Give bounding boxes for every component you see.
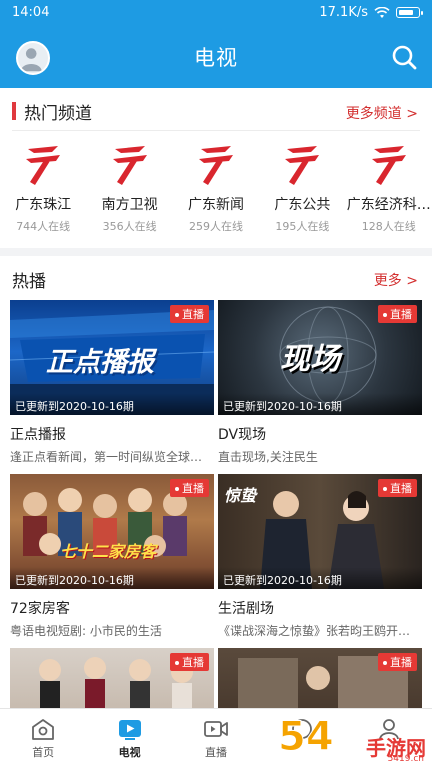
tab-label: 首页 [32, 746, 55, 759]
show-description: 《谍战深海之惊蛰》张若昀王鸥开… [218, 624, 411, 638]
search-icon[interactable] [390, 43, 418, 71]
hot-shows-title: 热播 [12, 272, 46, 292]
watermark-number: 54 [278, 714, 335, 761]
channel-item[interactable]: 广东经济科… 128人在线 [346, 142, 432, 234]
guangdong-tv-logo-icon [26, 146, 61, 185]
watermark: 54 手游网 5419.cn [278, 714, 428, 766]
show-card[interactable]: 直播 [10, 648, 214, 708]
show-thumbnail: 直播 [218, 648, 422, 708]
show-overlay-title: 七十二家房客 [60, 542, 157, 561]
channel-viewers: 259人在线 [188, 220, 243, 233]
live-badge: 直播 [378, 305, 417, 323]
tab-label: 电视 [118, 746, 141, 759]
tab-home[interactable]: 首页 [0, 709, 86, 768]
show-thumbnail: 惊蛰 直播 已更新到2020-10-16期 [218, 474, 422, 589]
show-overlay-title: 惊蛰 [224, 486, 257, 505]
live-badge: 直播 [170, 653, 209, 671]
app-bar: 电视 [0, 26, 432, 88]
top-header: 14:04 17.1K/s 电视 [0, 0, 432, 88]
video-camera-icon [204, 721, 228, 737]
watermark-url: 5419.cn [387, 754, 424, 764]
show-thumbnail: 正点播报 直播 已更新到2020-10-16期 [10, 300, 214, 415]
show-thumbnail: 七十二家房客 直播 已更新到2020-10-16期 [10, 474, 214, 589]
wifi-icon [374, 6, 390, 18]
tab-label: 直播 [204, 746, 227, 759]
tv-play-icon [118, 720, 141, 740]
tab-tv[interactable]: 电视 [86, 709, 172, 768]
channel-item[interactable]: 广东珠江 744人在线 [0, 142, 86, 234]
more-shows-link[interactable]: 更多 > [374, 270, 418, 290]
channel-item[interactable]: 广东公共 195人在线 [259, 142, 345, 234]
show-description: 逢正点看新闻，第一时间纵览全球… [10, 450, 203, 464]
status-right: 17.1K/s [319, 5, 423, 20]
live-badge: 直播 [170, 305, 209, 323]
show-title: DV现场 [218, 427, 267, 443]
live-badge: 直播 [170, 479, 209, 497]
channel-viewers: 356人在线 [102, 220, 157, 233]
show-overlay-title: 正点播报 [46, 347, 154, 378]
channel-item[interactable]: 南方卫视 356人在线 [86, 142, 172, 234]
battery-icon [396, 7, 423, 18]
hot-channels-header: 热门频道 更多频道 > [0, 88, 432, 132]
channel-viewers: 744人在线 [16, 220, 71, 233]
channel-list: 广东珠江 744人在线 南方卫视 356人在线 广东新闻 259人在线 广东公共… [0, 142, 432, 234]
channel-item[interactable]: 广东新闻 259人在线 [173, 142, 259, 234]
channel-name: 广东珠江 [15, 197, 72, 213]
show-card[interactable]: 七十二家房客 直播 已更新到2020-10-16期 72家房客 粤语电视短剧: … [10, 474, 214, 639]
show-card[interactable]: 正点播报 直播 已更新到2020-10-16期 正点播报 逢正点看新闻，第一时间… [10, 300, 214, 465]
guangdong-tv-logo-icon [285, 146, 320, 185]
channel-viewers: 128人在线 [361, 220, 416, 233]
network-speed: 17.1K/s [319, 5, 368, 20]
section-marker [12, 102, 16, 120]
channel-name: 南方卫视 [101, 197, 158, 213]
update-info: 已更新到2020-10-16期 [218, 567, 422, 589]
status-bar: 14:04 17.1K/s [0, 0, 432, 26]
show-title: 正点播报 [10, 427, 66, 443]
channel-viewers: 195人在线 [275, 220, 330, 233]
show-description: 粤语电视短剧: 小市民的生活 [10, 624, 162, 638]
divider [12, 130, 420, 131]
tab-live[interactable]: 直播 [173, 709, 259, 768]
page-title: 电视 [194, 46, 238, 70]
show-description: 直击现场,关注民生 [218, 450, 318, 464]
channel-name: 广东经济科… [346, 197, 431, 213]
live-badge: 直播 [378, 653, 417, 671]
show-card[interactable]: 直播 [218, 648, 422, 708]
status-time: 14:04 [12, 5, 50, 20]
hot-channels-title: 热门频道 [24, 104, 92, 124]
channel-name: 广东新闻 [187, 197, 244, 213]
update-info: 已更新到2020-10-16期 [10, 393, 214, 415]
show-overlay-title: 现场 [280, 342, 340, 377]
show-title: 生活剧场 [218, 601, 274, 617]
show-thumbnail: 现场 直播 已更新到2020-10-16期 [218, 300, 422, 415]
more-channels-link[interactable]: 更多频道 > [346, 103, 418, 123]
show-card[interactable]: 现场 直播 已更新到2020-10-16期 DV现场 直击现场,关注民生 [218, 300, 422, 465]
home-icon [32, 719, 55, 740]
show-card[interactable]: 惊蛰 直播 已更新到2020-10-16期 生活剧场 《谍战深海之惊蛰》张若昀王… [218, 474, 422, 639]
update-info: 已更新到2020-10-16期 [10, 567, 214, 589]
guangdong-tv-logo-icon [198, 146, 233, 185]
channel-name: 广东公共 [274, 197, 331, 213]
update-info: 已更新到2020-10-16期 [218, 393, 422, 415]
show-thumbnail: 直播 [10, 648, 214, 708]
show-title: 72家房客 [10, 601, 70, 617]
guangdong-tv-logo-icon [112, 146, 147, 185]
guangdong-tv-logo-icon [371, 146, 406, 185]
live-badge: 直播 [378, 479, 417, 497]
hot-channels-section: 热门频道 更多频道 > 广东珠江 744人在线 南方卫视 356人在线 广东新闻… [0, 88, 432, 248]
hot-shows-section: 热播 更多 > 正点播报 直播 已更新到2020-10-16期 正点播报 逢正点… [0, 256, 432, 708]
